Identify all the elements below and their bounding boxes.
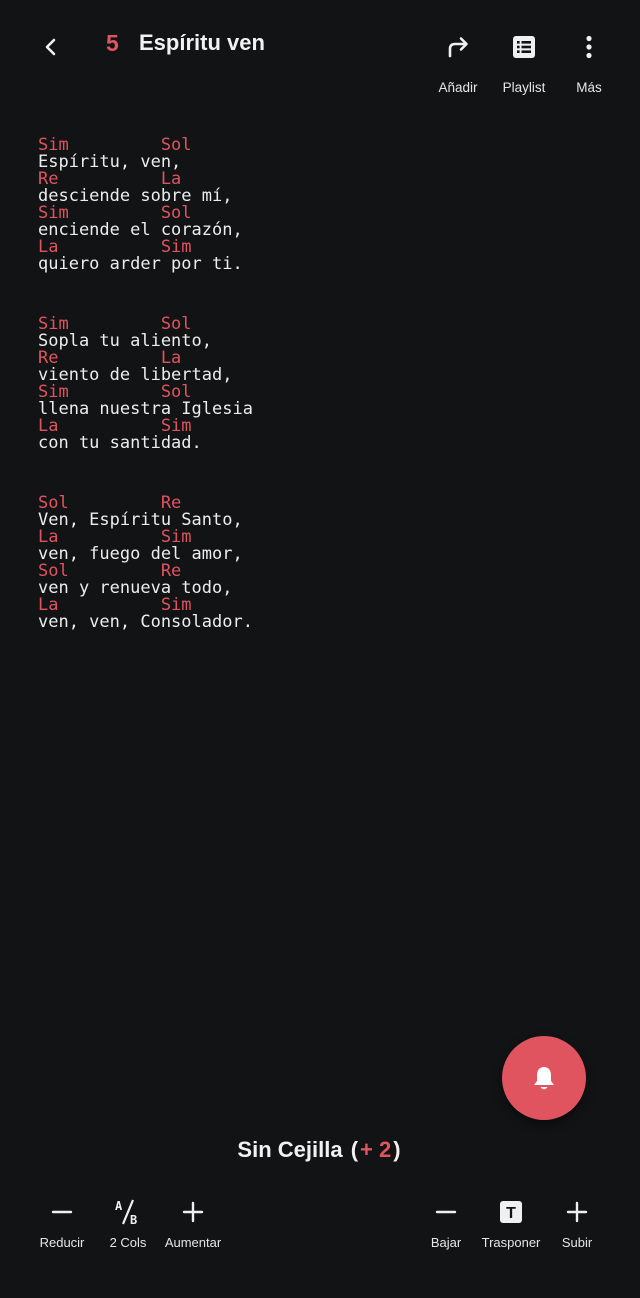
plus-icon [566, 1201, 588, 1223]
capo-close-paren: ) [393, 1137, 401, 1162]
transpose-up-button[interactable]: Subir [539, 1196, 615, 1250]
transpose-button[interactable]: T Trasponer [473, 1196, 549, 1250]
up-label: Subir [561, 1235, 593, 1250]
more-button[interactable]: Más [553, 30, 625, 95]
song-lyrics: Sim Sol Espíritu, ven, Re La desciende sobr… [38, 137, 253, 674]
capo-open-paren: ( [350, 1137, 359, 1162]
notification-button[interactable] [502, 1036, 586, 1120]
plus-icon [182, 1201, 204, 1223]
svg-text:T: T [506, 1205, 516, 1222]
add-button[interactable]: Añadir [422, 30, 494, 95]
capo-status: Sin Cejilla (+ 2) [0, 1137, 640, 1163]
lyric-line: ven, ven, Consolador. [38, 612, 253, 632]
back-button[interactable] [34, 28, 68, 66]
columns-ab-icon: A B [115, 1199, 137, 1227]
stanza: Sim Sol Sopla tu aliento, Re La viento de l… [38, 316, 253, 452]
reduce-label: Reducir [39, 1235, 85, 1250]
reduce-font-button[interactable]: Reducir [24, 1196, 100, 1250]
app-header: 5 Espíritu ven Añadir Playlist Más [0, 0, 640, 110]
lyric-line: con tu santidad. [38, 433, 202, 453]
capo-value: + 2 [360, 1137, 392, 1162]
increase-label: Aumentar [164, 1235, 222, 1250]
more-label: Más [576, 80, 602, 95]
stanza: Sim Sol Espíritu, ven, Re La desciende sobr… [38, 137, 253, 273]
lyric-line: quiero arder por ti. [38, 254, 243, 274]
playlist-label: Playlist [502, 80, 546, 95]
share-forward-icon [448, 37, 468, 58]
capo-label: Sin Cejilla [237, 1137, 343, 1162]
increase-font-button[interactable]: Aumentar [155, 1196, 231, 1250]
svg-text:A: A [115, 1199, 123, 1213]
bell-icon [534, 1067, 554, 1090]
chevron-left-icon [45, 38, 56, 56]
minus-icon [435, 1210, 457, 1214]
list-icon [513, 36, 535, 58]
song-title: Espíritu ven [139, 30, 265, 55]
song-number: 5 [106, 30, 119, 56]
add-label: Añadir [438, 80, 478, 95]
playlist-button[interactable]: Playlist [488, 30, 560, 95]
more-vertical-icon [586, 35, 592, 59]
minus-icon [51, 1210, 73, 1214]
transpose-label: Trasponer [481, 1235, 541, 1250]
transpose-icon: T [500, 1201, 522, 1223]
svg-text:B: B [130, 1213, 137, 1227]
stanza: Sol Re Ven, Espíritu Santo, La Sim ven, fue… [38, 495, 253, 631]
